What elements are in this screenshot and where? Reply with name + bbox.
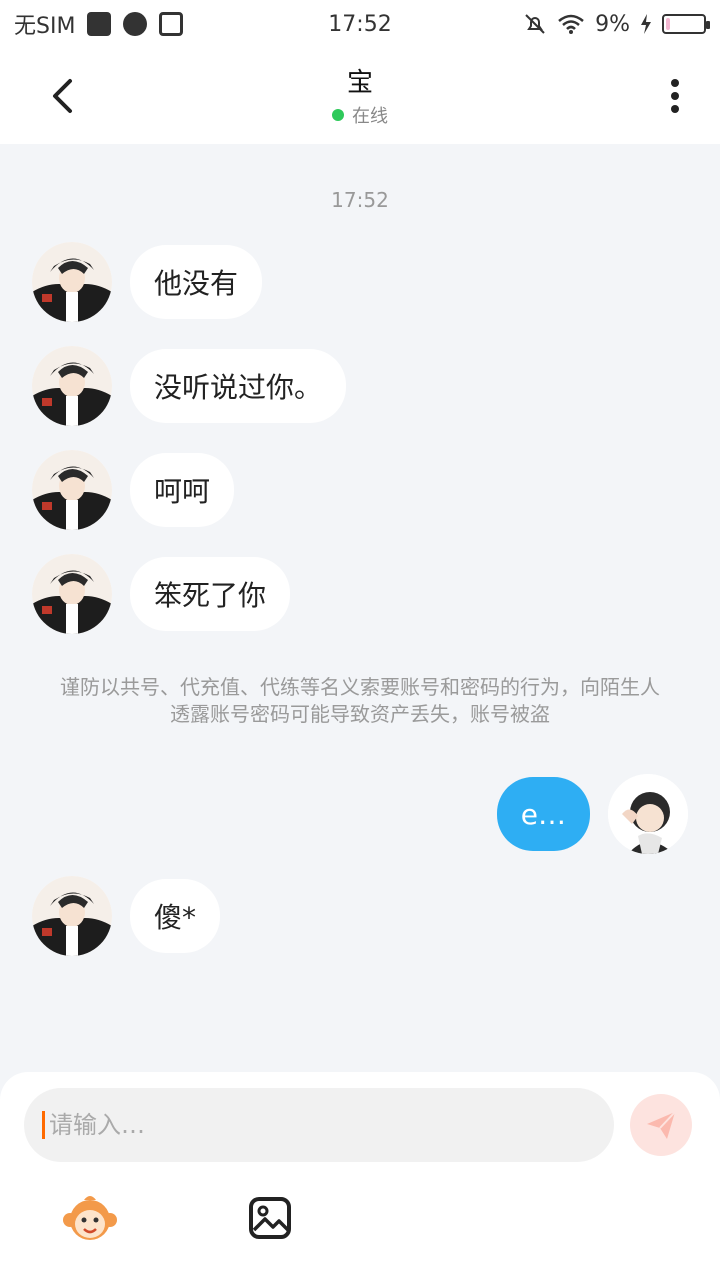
my-avatar[interactable] [608,774,688,854]
message-row: 傻* [32,876,221,956]
charging-icon [641,14,651,34]
message-input[interactable] [49,1111,569,1139]
chevron-left-icon [53,79,72,113]
avatar-image-icon [32,346,112,426]
message-timestamp: 17:52 [331,188,389,212]
my-avatar-image-icon [608,774,688,854]
image-icon [249,1197,291,1239]
paper-plane-icon [647,1111,676,1139]
contact-avatar[interactable] [32,876,112,956]
message-bubble[interactable]: 没听说过你。 [130,349,347,423]
message-bubble[interactable]: 傻* [130,879,221,953]
contact-avatar[interactable] [32,554,112,634]
monkey-face-icon [63,1196,117,1240]
more-vertical-icon [671,79,679,113]
text-caret [42,1111,45,1139]
send-button[interactable] [630,1094,692,1156]
message-row: 呵呵 [32,450,235,530]
contact-info[interactable]: 宝 在线 [260,66,460,128]
data-icon [87,12,112,36]
battery-percent: 9% [595,11,630,37]
message-row: 他没有 [32,242,263,322]
more-options-button[interactable] [660,76,690,116]
contact-avatar[interactable] [32,242,112,322]
contact-name: 宝 [346,68,373,98]
mute-bell-icon [525,14,545,34]
online-dot-icon [332,109,344,121]
contact-avatar[interactable] [32,450,112,530]
avatar-image-icon [32,242,112,322]
battery-icon [662,14,710,34]
image-button[interactable] [248,1196,292,1240]
sticker-button[interactable] [62,1190,118,1246]
status-time: 17:52 [328,11,392,37]
message-composer [0,1072,720,1280]
my-message-row: e… [496,774,688,854]
avatar-image-icon [32,876,112,956]
online-status: 在线 [260,102,460,128]
palette-icon [123,12,148,36]
wifi-icon [558,14,584,34]
message-row: 笨死了你 [32,554,291,634]
message-bubble[interactable]: 他没有 [130,245,263,319]
message-row: 没听说过你。 [32,346,347,426]
online-status-label: 在线 [352,106,388,127]
storage-icon [159,12,184,36]
status-bar: 无SIM 17:52 9% [0,0,720,48]
carrier-label: 无SIM [14,14,76,39]
battery-level [666,18,670,30]
message-input-box[interactable] [24,1088,614,1162]
message-list[interactable]: 17:52 他没有 没听说过你。 呵呵 笨死了你 谨防以共号、代充值、代练等名义… [0,144,720,1072]
back-button[interactable] [40,76,84,116]
my-message-bubble[interactable]: e… [496,777,590,851]
chat-header: 宝 在线 [0,48,720,144]
contact-avatar[interactable] [32,346,112,426]
message-bubble[interactable]: 呵呵 [130,453,235,527]
message-bubble[interactable]: 笨死了你 [130,557,291,631]
avatar-image-icon [32,554,112,634]
avatar-image-icon [32,450,112,530]
security-notice: 谨防以共号、代充值、代练等名义索要账号和密码的行为，向陌生人透露账号密码可能导致… [60,675,660,726]
